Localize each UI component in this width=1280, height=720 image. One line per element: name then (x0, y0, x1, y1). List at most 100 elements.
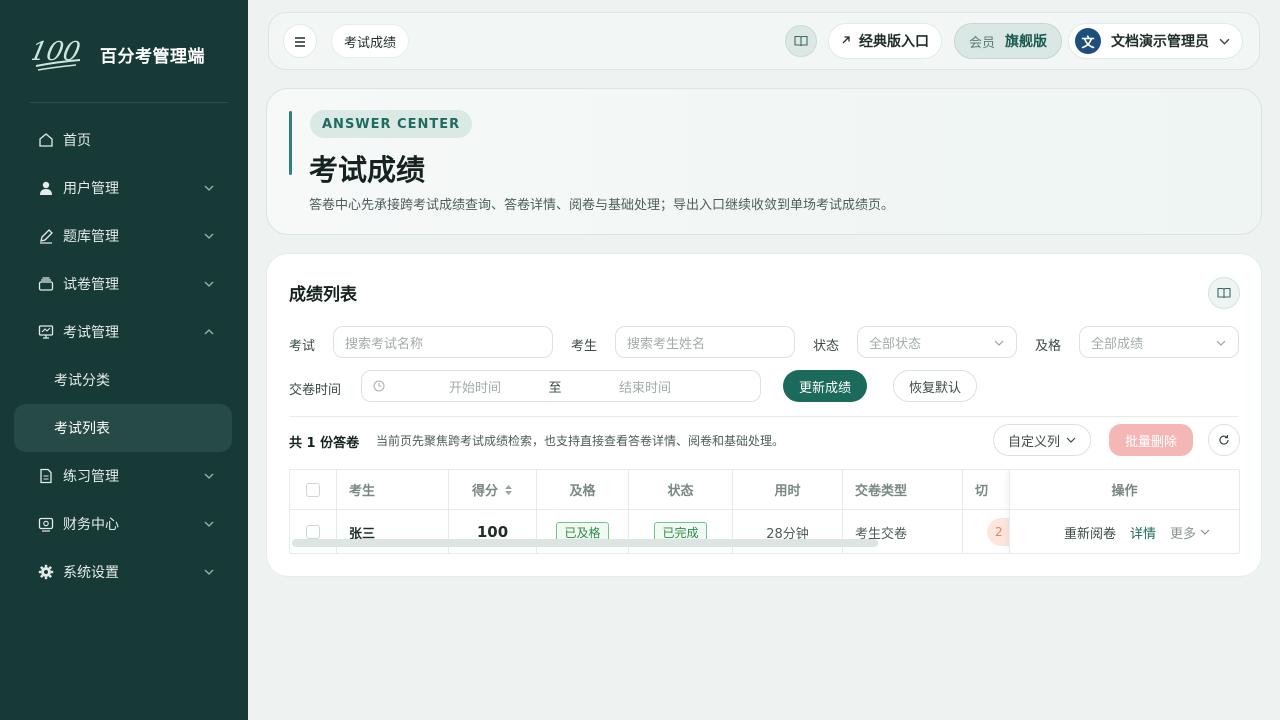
sidebar-item-users[interactable]: 用户管理 (14, 164, 232, 212)
pass-select[interactable]: 全部成绩 (1079, 326, 1239, 358)
update-scores-button[interactable]: 更新成绩 (783, 370, 868, 402)
status-filter-label: 状态 (813, 339, 840, 354)
sidebar-item-label: 考试列表 (54, 421, 110, 437)
document-icon (38, 468, 54, 484)
column-header-pass[interactable]: 及格 (537, 470, 629, 509)
chevron-down-icon (204, 279, 214, 289)
record-count: 共 1 份答卷 (289, 436, 360, 451)
sidebar-item-label: 财务中心 (63, 517, 119, 533)
sort-icon[interactable] (504, 484, 513, 496)
sidebar-item-label: 系统设置 (63, 565, 119, 581)
membership-level: 旗舰版 (1005, 34, 1048, 50)
membership-badge[interactable]: 会员 旗舰版 (954, 23, 1063, 59)
topbar: 考试成绩 经典版入口 会员 旗舰版 文 文档演示管理员 (268, 12, 1260, 70)
sidebar-item-exam-list[interactable]: 考试列表 (14, 404, 232, 452)
chevron-down-icon (204, 471, 214, 481)
cell-duration: 28分钟 (733, 510, 843, 553)
membership-label: 会员 (969, 35, 996, 51)
column-header-score[interactable]: 得分 (449, 470, 537, 509)
chevron-down-icon (994, 338, 1004, 348)
pass-select-value: 全部成绩 (1091, 336, 1144, 352)
user-menu[interactable]: 文 文档演示管理员 (1068, 23, 1243, 59)
cell-pass: 已及格 (537, 510, 629, 553)
column-header-student[interactable]: 考生 (337, 470, 449, 509)
clock-icon (373, 380, 385, 392)
docs-button[interactable] (785, 25, 817, 57)
chevron-down-icon (204, 183, 214, 193)
breadcrumb[interactable]: 考试成绩 (331, 24, 410, 58)
chevron-down-icon (1066, 435, 1076, 445)
row-checkbox[interactable] (306, 525, 320, 539)
cell-submit-type: 考生交卷 (843, 510, 963, 553)
detail-link[interactable]: 详情 (1130, 523, 1156, 542)
page-title: 考试成绩 (309, 153, 426, 187)
user-icon (38, 180, 54, 196)
student-filter-label: 考生 (571, 339, 598, 354)
sidebar-item-label: 用户管理 (63, 181, 119, 197)
column-header-status[interactable]: 状态 (629, 470, 733, 509)
list-title: 成绩列表 (289, 285, 357, 305)
menu-toggle-button[interactable] (283, 24, 317, 58)
reset-filters-button[interactable]: 恢复默认 (893, 370, 978, 402)
accent-bar (289, 111, 292, 175)
book-icon (1217, 284, 1231, 303)
refresh-button[interactable] (1208, 424, 1240, 456)
more-actions-dropdown[interactable]: 更多 (1170, 523, 1210, 542)
column-header-operations: 操作 (1010, 470, 1239, 510)
select-all-checkbox[interactable] (306, 482, 320, 497)
chevron-up-icon (204, 327, 214, 337)
chevron-down-icon (1200, 527, 1210, 537)
submit-time-label: 交卷时间 (289, 383, 342, 398)
horizontal-scrollbar[interactable] (292, 539, 878, 547)
custom-columns-button[interactable]: 自定义列 (993, 424, 1092, 456)
start-date-input[interactable]: 开始时间 (425, 377, 525, 396)
sidebar-item-home[interactable]: 首页 (14, 116, 232, 164)
sidebar-item-finance[interactable]: 财务中心 (14, 500, 232, 548)
sidebar-item-label: 试卷管理 (63, 277, 119, 293)
book-icon (794, 32, 808, 51)
chevron-down-icon (204, 519, 214, 529)
regrade-link[interactable]: 重新阅卷 (1064, 523, 1116, 542)
sidebar-item-papers[interactable]: 试卷管理 (14, 260, 232, 308)
docs-button[interactable] (1208, 277, 1240, 309)
sidebar-nav: 首页 用户管理 题库管理 试卷管理 考试管理 考试分类 考试列表 练习管理 财务… (14, 116, 232, 596)
sidebar-item-question-bank[interactable]: 题库管理 (14, 212, 232, 260)
sidebar-divider (30, 102, 228, 103)
sidebar-item-settings[interactable]: 系统设置 (14, 548, 232, 596)
exam-search-input[interactable]: 搜索考试名称 (333, 326, 553, 358)
batch-delete-button[interactable]: 批量删除 (1109, 424, 1194, 456)
brand[interactable]: 100 百分考管理端 (32, 34, 205, 74)
monitor-icon (38, 324, 54, 340)
section-tag: ANSWER CENTER (310, 110, 473, 138)
date-range-picker[interactable]: 开始时间 至 结束时间 (361, 370, 761, 402)
status-select[interactable]: 全部状态 (857, 326, 1017, 358)
sidebar-item-label: 考试管理 (63, 325, 119, 341)
cell-student: 张三 (337, 510, 449, 553)
logo-icon: 100 (32, 34, 84, 74)
sidebar-item-exam-categories[interactable]: 考试分类 (14, 356, 232, 404)
cell-status: 已完成 (629, 510, 733, 553)
score-table: 考生 得分 及格 状态 用时 交卷类型 切 张三 100 已及格 已完成 28分… (289, 469, 1240, 554)
home-icon (38, 132, 54, 148)
pen-icon (38, 228, 54, 244)
gear-icon (38, 564, 54, 580)
chevron-down-icon (1219, 36, 1230, 47)
column-header-duration[interactable]: 用时 (733, 470, 843, 509)
end-date-input[interactable]: 结束时间 (585, 377, 705, 396)
user-name: 文档演示管理员 (1111, 34, 1209, 50)
brand-name: 百分考管理端 (100, 46, 205, 67)
more-actions-label: 更多 (1170, 526, 1197, 542)
page-header-card: ANSWER CENTER 考试成绩 答卷中心先承接跨考试成绩查询、答卷详情、阅… (266, 88, 1262, 235)
column-header-submit-type[interactable]: 交卷类型 (843, 470, 963, 509)
sidebar-item-practice[interactable]: 练习管理 (14, 452, 232, 500)
sidebar-item-exams[interactable]: 考试管理 (14, 308, 232, 356)
list-hint: 当前页先聚焦跨考试成绩检索，也支持直接查看答卷详情、阅卷和基础处理。 (376, 434, 785, 448)
chevron-down-icon (204, 567, 214, 577)
student-search-input[interactable]: 搜索考生姓名 (615, 326, 795, 358)
page-description: 答卷中心先承接跨考试成绩查询、答卷详情、阅卷与基础处理；导出入口继续收敛到单场考… (309, 198, 895, 213)
score-list-card: 成绩列表 考试 搜索考试名称 考生 搜索考生姓名 状态 全部状态 及格 全部成绩… (266, 253, 1262, 577)
operations-column: 操作 重新阅卷 详情 更多 (1009, 470, 1239, 553)
avatar: 文 (1075, 28, 1101, 54)
classic-version-button[interactable]: 经典版入口 (828, 23, 942, 59)
sidebar-item-label: 考试分类 (54, 373, 110, 389)
